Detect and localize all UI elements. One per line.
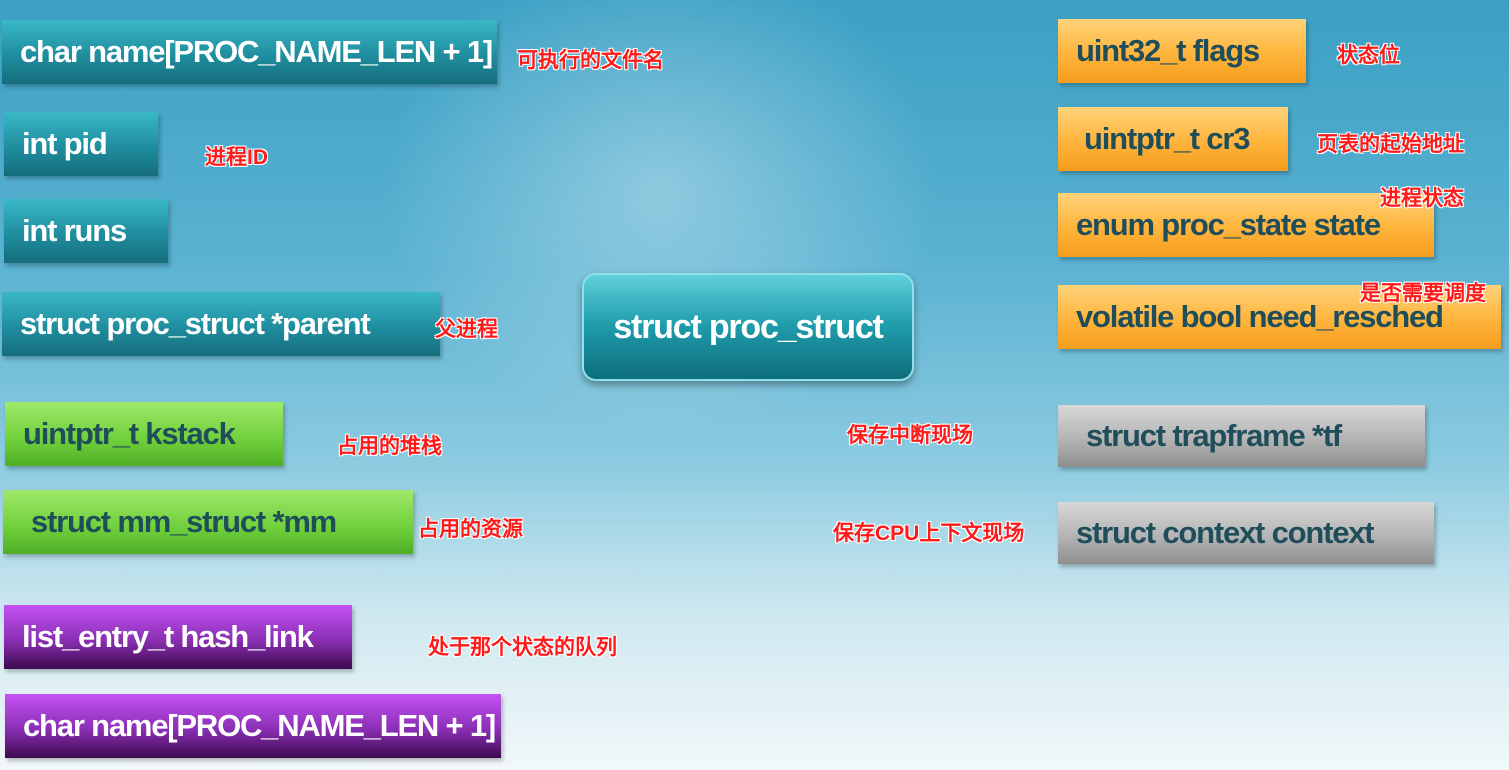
field-context: struct context context — [1058, 502, 1434, 564]
field-runs: int runs — [4, 199, 168, 263]
note-pid: 进程ID — [205, 146, 268, 169]
field-state: enum proc_state state — [1058, 193, 1434, 257]
field-cr3: uintptr_t cr3 — [1058, 107, 1288, 171]
note-parent: 父进程 — [435, 318, 498, 341]
note-state: 进程状态 — [1380, 187, 1464, 210]
center-proc-struct: struct proc_struct — [582, 273, 914, 381]
field-name: char name[PROC_NAME_LEN + 1] — [2, 20, 497, 84]
field-flags: uint32_t flags — [1058, 19, 1306, 83]
field-parent: struct proc_struct *parent — [2, 292, 440, 356]
field-pid: int pid — [4, 112, 158, 176]
field-tf: struct trapframe *tf — [1058, 405, 1425, 467]
note-cr3: 页表的起始地址 — [1317, 133, 1464, 156]
note-name: 可执行的文件名 — [517, 49, 664, 72]
note-tf: 保存中断现场 — [847, 424, 973, 447]
note-flags: 状态位 — [1337, 44, 1400, 67]
field-mm: struct mm_struct *mm — [3, 490, 413, 554]
field-kstack: uintptr_t kstack — [5, 402, 283, 466]
field-hash-link: list_entry_t hash_link — [4, 605, 352, 669]
note-context: 保存CPU上下文现场 — [833, 522, 1025, 545]
note-need-resched: 是否需要调度 — [1360, 282, 1486, 305]
note-hash-link: 处于那个状态的队列 — [428, 636, 617, 659]
note-kstack: 占用的堆栈 — [337, 435, 442, 458]
note-mm: 占用的资源 — [418, 518, 523, 541]
field-name-2: char name[PROC_NAME_LEN + 1] — [5, 694, 501, 758]
